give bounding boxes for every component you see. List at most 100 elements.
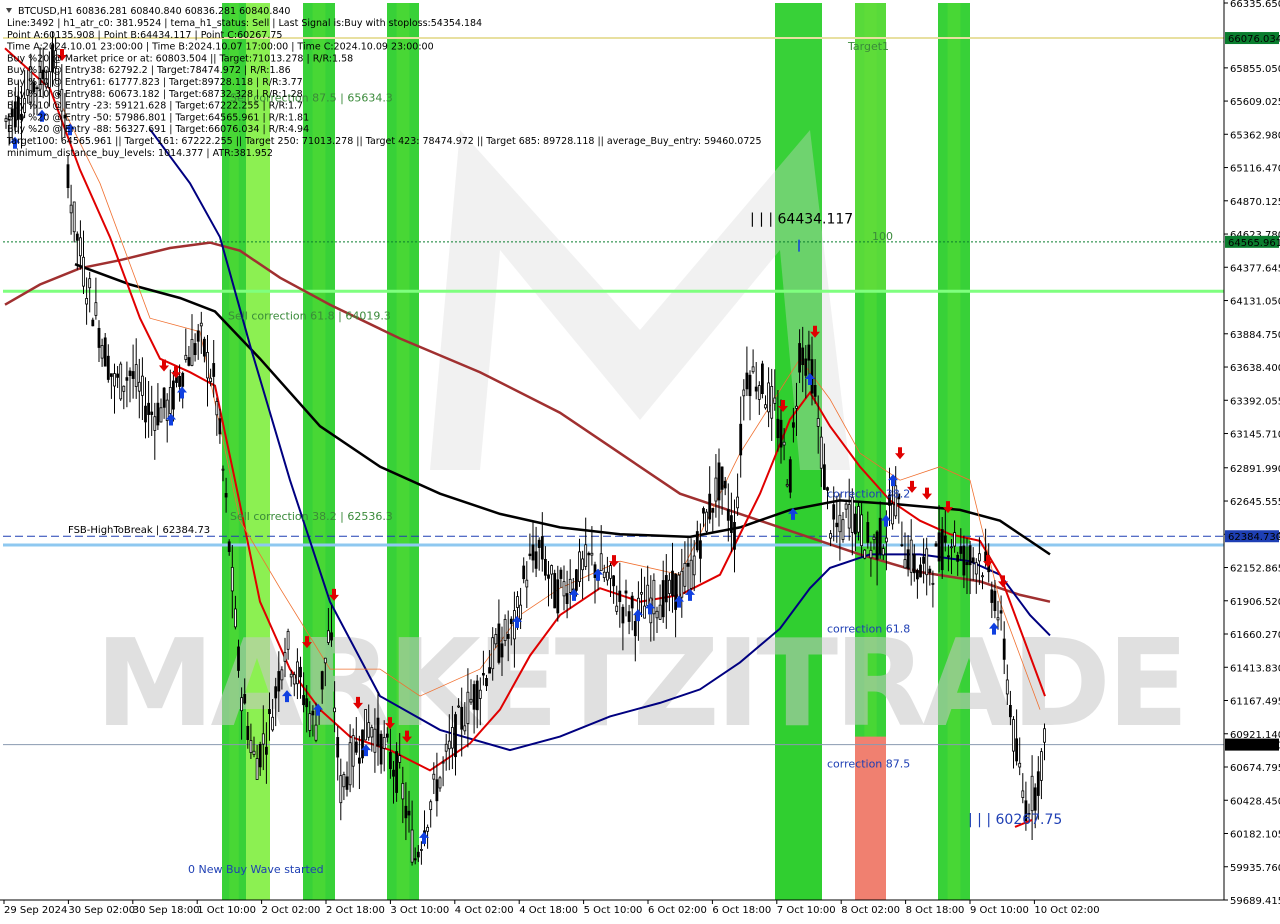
candle-body [863, 549, 867, 559]
candle-body [559, 569, 563, 579]
candle-body [881, 548, 885, 556]
info-line: Buy %20 @ Market price or at: 60803.504 … [7, 53, 353, 64]
candle-body [519, 604, 522, 620]
candle-body [196, 330, 200, 342]
candle-body [277, 671, 281, 692]
candle-body [364, 709, 368, 741]
candle-body [819, 436, 823, 469]
candle-body [993, 590, 997, 611]
candle-body [891, 503, 894, 525]
candle-body [850, 497, 854, 533]
candle-body [289, 673, 293, 678]
price-tick-label: 63392.055 [1230, 396, 1280, 407]
candle-body [658, 604, 662, 620]
price-tick-label: 61413.830 [1230, 663, 1280, 674]
candle-body [878, 517, 882, 554]
candle-body [633, 621, 637, 637]
candle-body [742, 389, 746, 397]
candle-body [1021, 790, 1025, 798]
candle-body [79, 237, 82, 257]
candle-body [726, 509, 730, 521]
price-tick-label: 60428.450 [1230, 796, 1280, 807]
candle-body [757, 385, 761, 400]
time-tick-label: 8 Oct 18:00 [906, 905, 965, 916]
candle-body [528, 553, 532, 557]
candle-body [153, 416, 157, 431]
candle-body [540, 536, 544, 560]
candle-body [426, 826, 430, 832]
price-tick-label: 63145.710 [1230, 430, 1280, 441]
candle-body [683, 562, 687, 587]
candle-body [1005, 679, 1009, 695]
candle-body [1033, 787, 1037, 811]
candle-body [553, 573, 557, 609]
candle-body [134, 364, 138, 387]
candle-body [212, 363, 216, 377]
candle-body [395, 751, 399, 793]
time-tick-label: 9 Oct 10:00 [970, 905, 1029, 916]
candle-body [385, 733, 389, 738]
candle-body [314, 724, 318, 741]
candle-body [730, 515, 733, 533]
time-tick-label: 30 Sep 18:00 [133, 905, 200, 916]
annotation-label: correction 87.5 [827, 758, 910, 771]
candle-body [494, 634, 498, 645]
time-tick-label: 7 Oct 10:00 [777, 905, 836, 916]
candle-body [615, 605, 619, 612]
time-tick-label: 10 Oct 02:00 [1034, 905, 1099, 916]
candle-body [506, 633, 510, 639]
candle-body [813, 385, 817, 397]
candle-body [702, 508, 705, 514]
candle-body [97, 327, 101, 348]
candle-body [866, 522, 870, 543]
candle-body [782, 441, 786, 446]
info-line: Time A:2024.10.01 23:00:00 | Time B:2024… [6, 42, 434, 53]
candle-body [643, 605, 646, 619]
candle-body [392, 769, 395, 777]
candle-body [950, 546, 953, 549]
candle-body [221, 468, 225, 471]
candle-body [110, 373, 113, 377]
candle-body [119, 363, 123, 400]
price-chart: MARKETZITRADE Target1 | | | 64434.117 100 S… [0, 0, 1280, 920]
candle-body [652, 579, 656, 615]
candle-body [438, 777, 442, 789]
candle-body [714, 477, 718, 502]
candle-body [125, 377, 129, 381]
candle-body [795, 405, 798, 409]
price-tick-label: 60182.105 [1230, 830, 1280, 841]
price-highlight-label: 64565.961 [1228, 238, 1280, 249]
candle-body [376, 717, 380, 747]
candle-body [237, 646, 240, 671]
signal-zone-stripe [947, 3, 961, 900]
candle-body [556, 579, 560, 614]
candle-body [770, 385, 774, 419]
price-tick-label: 62645.555 [1230, 497, 1280, 508]
candle-body [931, 582, 935, 585]
candle-body [875, 531, 879, 560]
candle-body [996, 617, 1000, 621]
candle-body [457, 705, 461, 708]
candle-body [785, 484, 789, 487]
price-highlight-label: 66076.034 [1228, 34, 1280, 45]
annotation-label: 100 [872, 230, 893, 243]
price-tick-label: 64870.125 [1230, 197, 1280, 208]
candle-body [668, 579, 671, 594]
annotation-label: correction 38.2 [827, 488, 910, 501]
price-highlight-label: 60840.840 [1228, 741, 1280, 752]
candle-body [621, 606, 625, 624]
candle-body [454, 714, 457, 758]
candle-body [460, 706, 464, 730]
candle-body [829, 533, 832, 539]
candle-body [624, 590, 628, 594]
candle-body [974, 562, 978, 575]
candle-body [481, 673, 485, 676]
price-highlight-label: 62384.730 [1228, 532, 1280, 543]
candle-body [962, 545, 966, 576]
candle-body [100, 345, 104, 359]
candle-body [193, 343, 197, 356]
candle-body [286, 630, 290, 650]
candle-body [1036, 771, 1040, 796]
candle-body [909, 539, 913, 573]
candle-body [156, 402, 160, 426]
